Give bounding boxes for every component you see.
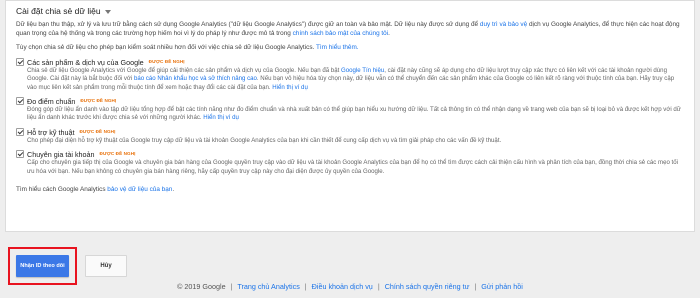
option-description: Cho phép đại diện hỗ trợ kỹ thuật của Go…: [27, 137, 684, 145]
section-title-text: Cài đặt chia sẻ dữ liệu: [16, 6, 101, 16]
demographics-report-link[interactable]: báo cáo Nhân khẩu học và sở thích nâng c…: [134, 75, 257, 82]
recommended-badge: ĐƯỢC ĐỀ NGHỊ: [79, 128, 116, 134]
privacy-policy-footer-link[interactable]: Chính sách quyền riêng tư: [385, 282, 470, 291]
learn-more-link[interactable]: Tìm hiểu thêm.: [316, 44, 359, 51]
action-buttons: Nhận ID theo dõi Hủy: [8, 247, 127, 285]
separator: |: [230, 282, 233, 291]
chevron-down-icon[interactable]: [104, 10, 111, 14]
note-text: .: [172, 186, 175, 194]
data-sharing-card: Cài đặt chia sẻ dữ liệu Dữ liệu bạn thu …: [5, 0, 695, 232]
desc-text: Đóng góp dữ liệu ẩn danh vào tập dữ liệu…: [27, 106, 681, 122]
options-intro: Tùy chọn chia sẻ dữ liệu cho phép bạn ki…: [16, 44, 684, 53]
intro-text: Dữ liệu bạn thu thập, xử lý và lưu trữ b…: [16, 21, 479, 28]
checkbox-technical-support[interactable]: [16, 127, 24, 136]
desc-text: Cho phép đại diện hỗ trợ kỹ thuật của Go…: [27, 136, 502, 144]
checkbox-account-specialists[interactable]: [16, 150, 24, 159]
options-intro-text: Tùy chọn chia sẻ dữ liệu cho phép bạn ki…: [16, 44, 315, 52]
privacy-policy-link[interactable]: chính sách bảo mật của chúng tôi: [293, 30, 389, 37]
note-text: Tìm hiểu cách Google Analytics: [16, 186, 106, 194]
option-title-text: Các sản phẩm & dịch vụ của Google: [27, 57, 144, 67]
option-technical-support: Hỗ trợ kỹ thuật ĐƯỢC ĐỀ NGHỊ Cho phép đạ…: [16, 127, 684, 145]
terms-of-service-link[interactable]: Điều khoản dịch vụ: [312, 282, 373, 291]
checkbox-benchmarking[interactable]: [16, 97, 24, 105]
option-description: Chia sẻ dữ liệu Google Analytics với Goo…: [27, 67, 684, 92]
analytics-home-link[interactable]: Trang chủ Analytics: [237, 282, 299, 291]
option-title: Đo điểm chuẩn ĐƯỢC ĐỀ NGHỊ: [27, 96, 684, 106]
separator: |: [377, 282, 380, 291]
google-signals-link[interactable]: Google Tín hiệu: [341, 67, 384, 74]
highlight-box: Nhận ID theo dõi: [8, 247, 77, 285]
send-feedback-link[interactable]: Gửi phản hồi: [481, 282, 523, 291]
copyright-text: © 2019 Google: [177, 282, 226, 291]
recommended-badge: ĐƯỢC ĐỀ NGHỊ: [148, 58, 185, 64]
show-example-link[interactable]: Hiển thị ví dụ: [203, 114, 239, 121]
show-example-link[interactable]: Hiển thị ví dụ: [272, 84, 308, 91]
data-protection-link[interactable]: bảo vệ dữ liệu của bạn: [107, 186, 172, 193]
checkbox-google-products[interactable]: [16, 57, 24, 66]
desc-text: Cấp cho chuyên gia tiếp thị của Google v…: [27, 159, 678, 175]
option-title: Chuyên gia tài khoản ĐƯỢC ĐỀ NGHỊ: [27, 149, 684, 159]
option-description: Cấp cho chuyên gia tiếp thị của Google v…: [27, 159, 684, 176]
option-title: Hỗ trợ kỹ thuật ĐƯỢC ĐỀ NGHỊ: [27, 127, 684, 137]
recommended-badge: ĐƯỢC ĐỀ NGHỊ: [80, 98, 117, 103]
intro-paragraph: Dữ liệu bạn thu thập, xử lý và lưu trữ b…: [16, 21, 684, 38]
option-title-text: Chuyên gia tài khoản: [27, 150, 95, 160]
intro-text: .: [388, 29, 390, 37]
separator: |: [474, 282, 477, 291]
option-title-text: Hỗ trợ kỹ thuật: [27, 127, 75, 137]
option-description: Đóng góp dữ liệu ẩn danh vào tập dữ liệu…: [27, 106, 684, 123]
separator: |: [304, 282, 307, 291]
option-title: Các sản phẩm & dịch vụ của Google ĐƯỢC Đ…: [27, 57, 684, 67]
option-title-text: Đo điểm chuẩn: [27, 97, 76, 106]
recommended-badge: ĐƯỢC ĐỀ NGHỊ: [99, 151, 136, 157]
page-footer: © 2019 Google | Trang chủ Analytics | Đi…: [0, 282, 700, 291]
section-title[interactable]: Cài đặt chia sẻ dữ liệu: [16, 5, 684, 18]
option-account-specialists: Chuyên gia tài khoản ĐƯỢC ĐỀ NGHỊ Cấp ch…: [16, 149, 684, 176]
cancel-button[interactable]: Hủy: [85, 255, 127, 277]
get-tracking-id-button[interactable]: Nhận ID theo dõi: [16, 255, 69, 277]
option-google-products: Các sản phẩm & dịch vụ của Google ĐƯỢC Đ…: [16, 57, 684, 92]
data-protection-note: Tìm hiểu cách Google Analytics bảo vệ dữ…: [16, 186, 684, 193]
option-benchmarking: Đo điểm chuẩn ĐƯỢC ĐỀ NGHỊ Đóng góp dữ l…: [16, 96, 684, 123]
desc-text: Chia sẻ dữ liệu Google Analytics với Goo…: [27, 66, 340, 74]
maintain-protect-link[interactable]: duy trì và bảo vệ: [480, 21, 527, 28]
